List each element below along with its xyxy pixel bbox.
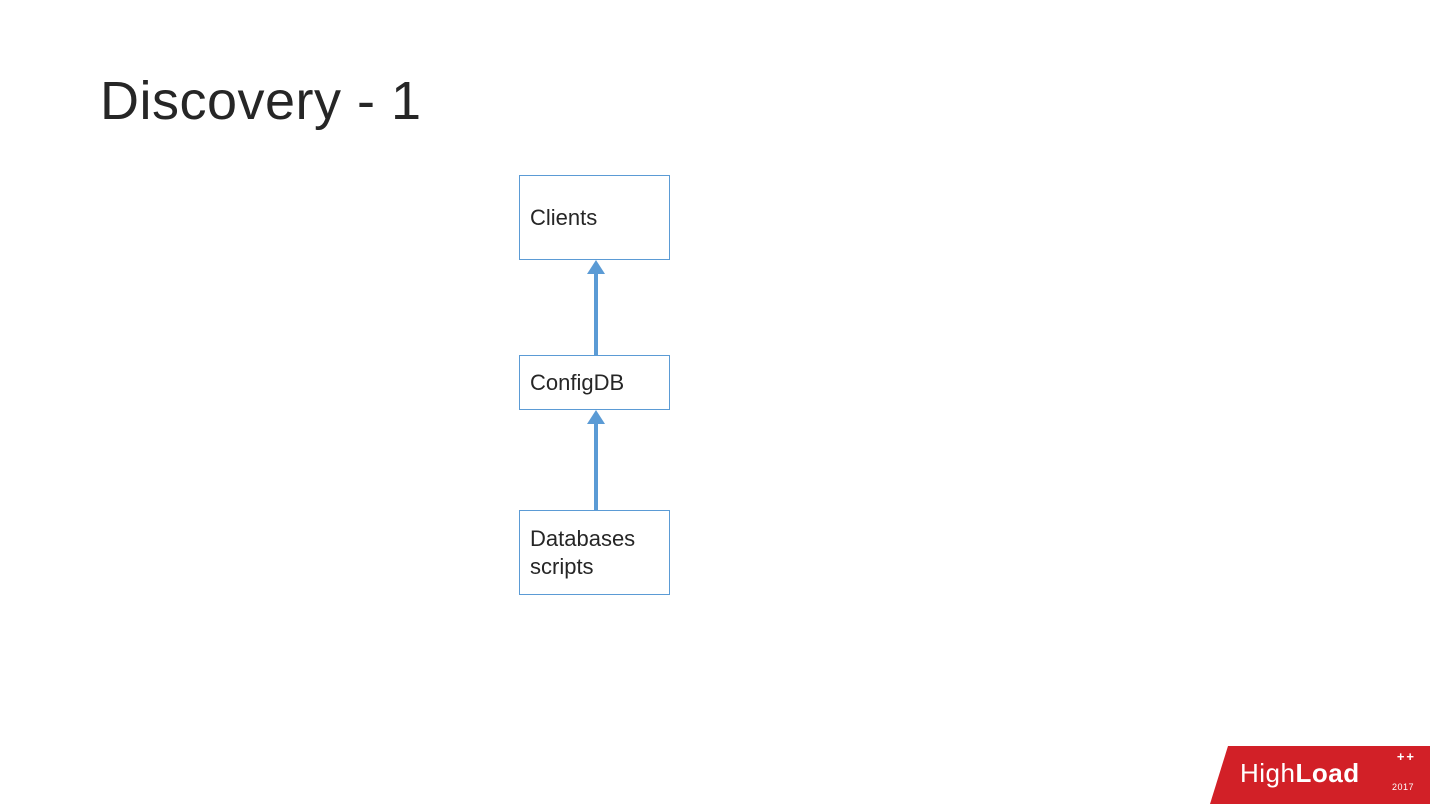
brand-plus: ++ <box>1397 752 1416 762</box>
node-clients: Clients <box>519 175 670 260</box>
brand-year: 2017 <box>1392 782 1414 792</box>
node-configdb: ConfigDB <box>519 355 670 410</box>
arrow-shaft <box>594 272 598 355</box>
brand-bold: Load <box>1295 758 1359 788</box>
arrow-databases-to-configdb <box>591 410 601 510</box>
slide: Discovery - 1 Clients ConfigDB Databases… <box>0 0 1430 804</box>
node-databases: Databases scripts <box>519 510 670 595</box>
architecture-diagram: Clients ConfigDB Databases scripts <box>519 175 674 600</box>
arrow-configdb-to-clients <box>591 260 601 355</box>
brand-text: HighLoad <box>1240 758 1360 789</box>
brand-badge: HighLoad ++ 2017 <box>1210 746 1430 804</box>
arrow-shaft <box>594 422 598 510</box>
page-title: Discovery - 1 <box>100 70 422 132</box>
brand-light: High <box>1240 758 1295 788</box>
